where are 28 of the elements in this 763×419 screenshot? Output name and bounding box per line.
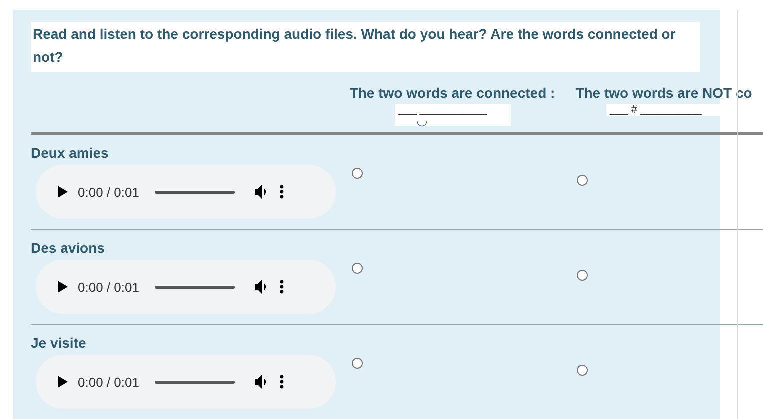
more-options-icon[interactable] xyxy=(280,185,284,199)
play-icon[interactable] xyxy=(58,376,68,388)
radio-button[interactable] xyxy=(352,168,363,179)
blank-line-example: ___ # __________ xyxy=(606,104,722,116)
audio-time: 0:00 / 0:01 xyxy=(78,280,140,294)
audio-time: 0:00 / 0:01 xyxy=(78,184,140,200)
audio-player[interactable]: 0:00 / 0:01 xyxy=(36,355,336,409)
audio-progress-track[interactable] xyxy=(155,380,236,384)
play-icon[interactable] xyxy=(58,186,68,198)
play-icon[interactable] xyxy=(58,281,68,293)
blank-line-example: ___ ___________ ◡ xyxy=(394,104,510,126)
audio-player[interactable]: 0:00 / 0:01 xyxy=(36,165,336,219)
radio-button[interactable] xyxy=(352,358,363,369)
radio-button[interactable] xyxy=(577,175,588,186)
instruction-text: Read and listen to the corresponding audio files. What do you hear? Are the words connected or not? xyxy=(31,22,700,72)
audio-progress-track[interactable] xyxy=(155,190,236,194)
radio-button[interactable] xyxy=(577,365,588,376)
word-pair-label: Deux amies xyxy=(31,144,110,162)
column-heading: The two words are connected : xyxy=(350,84,556,102)
audio-progress-track[interactable] xyxy=(155,286,236,288)
word-pair-label: Je visite xyxy=(31,334,88,352)
more-options-icon[interactable] xyxy=(280,375,284,389)
more-options-icon[interactable] xyxy=(280,280,284,294)
radio-button[interactable] xyxy=(577,270,588,281)
audio-player[interactable]: 0:00 / 0:01 xyxy=(36,260,336,314)
audio-time: 0:00 / 0:01 xyxy=(78,374,140,390)
word-pair-label: Des avions xyxy=(31,239,106,257)
radio-button[interactable] xyxy=(352,263,363,274)
